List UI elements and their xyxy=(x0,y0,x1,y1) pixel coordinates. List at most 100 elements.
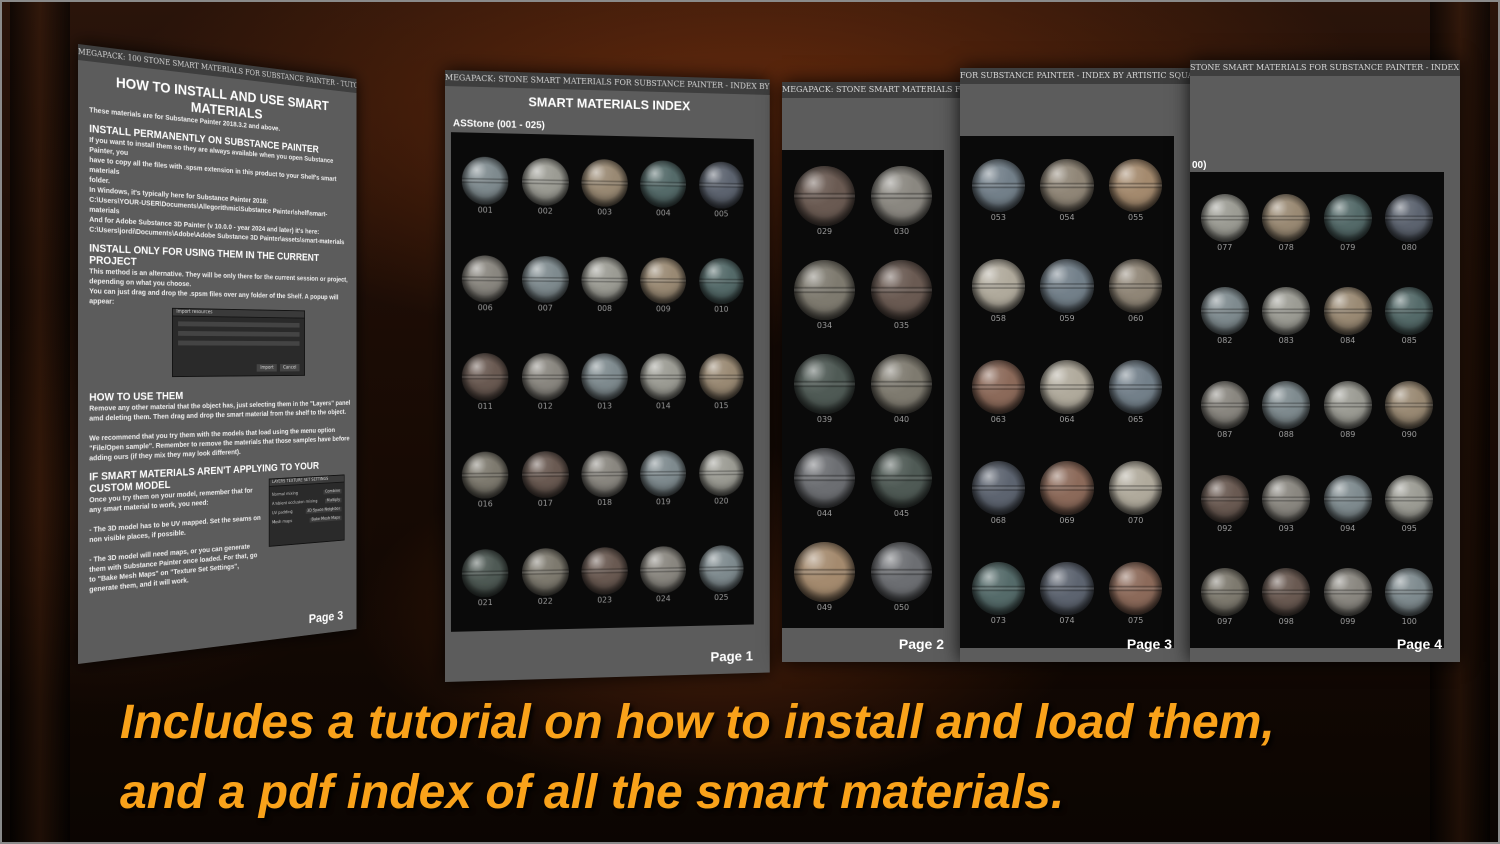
material-number: 059 xyxy=(1059,314,1074,323)
material-number: 085 xyxy=(1402,336,1417,345)
material-number: 022 xyxy=(538,596,553,605)
stone-sphere-preview xyxy=(699,258,744,305)
material-swatch: 084 xyxy=(1317,270,1379,364)
material-swatch: 095 xyxy=(1379,457,1441,551)
material-number: 044 xyxy=(817,509,832,518)
stone-sphere-preview xyxy=(582,547,628,595)
material-number: 015 xyxy=(714,401,728,410)
material-number: 098 xyxy=(1279,617,1294,626)
material-number: 004 xyxy=(656,209,671,218)
index-page-3: FOR SUBSTANCE PAINTER - INDEX BY ARTISTI… xyxy=(960,68,1190,662)
material-swatch: 016 xyxy=(455,431,515,530)
material-number: 055 xyxy=(1128,213,1143,222)
material-number: 029 xyxy=(817,227,832,236)
material-number: 088 xyxy=(1279,430,1294,439)
materials-grid-partial: 029 030 034 035 039 040 044 045 049 050 xyxy=(782,150,944,628)
popup-cancel-button[interactable]: Cancel xyxy=(280,364,300,371)
index-page-number: Page 4 xyxy=(1397,636,1442,652)
popup-title: Import resources xyxy=(173,309,304,319)
material-number: 018 xyxy=(597,498,612,507)
settings-row: Ambient occlusion mixing Multiply xyxy=(272,498,342,507)
material-swatch: 045 xyxy=(863,436,940,530)
stone-sphere-preview xyxy=(699,449,744,496)
material-number: 050 xyxy=(894,603,909,612)
material-swatch: 012 xyxy=(515,333,575,431)
material-swatch: 006 xyxy=(455,235,515,334)
stone-sphere-preview xyxy=(1324,475,1372,523)
material-swatch: 015 xyxy=(692,334,750,430)
material-number: 073 xyxy=(991,616,1006,625)
material-number: 089 xyxy=(1340,430,1355,439)
material-swatch: 049 xyxy=(786,530,863,624)
material-swatch: 093 xyxy=(1256,457,1318,551)
popup-import-button[interactable]: Import xyxy=(257,364,277,372)
material-number: 040 xyxy=(894,415,909,424)
material-swatch: 055 xyxy=(1101,140,1170,241)
stone-sphere-preview xyxy=(1262,194,1310,242)
index-header: STONE SMART MATERIALS FOR SUBSTANCE PAIN… xyxy=(1190,60,1460,76)
index-header: MEGAPACK: STONE SMART MATERIALS FOR SUBS… xyxy=(782,82,962,98)
stone-sphere-preview xyxy=(1385,568,1433,616)
material-swatch: 039 xyxy=(786,342,863,436)
material-swatch: 040 xyxy=(863,342,940,436)
material-number: 063 xyxy=(991,415,1006,424)
material-number: 006 xyxy=(478,304,493,313)
stone-sphere-preview xyxy=(1201,568,1249,616)
material-swatch: 005 xyxy=(692,142,750,239)
material-swatch: 044 xyxy=(786,436,863,530)
material-number: 016 xyxy=(478,500,493,509)
stone-sphere-preview xyxy=(1109,461,1163,515)
material-swatch: 021 xyxy=(455,529,515,628)
material-number: 099 xyxy=(1340,617,1355,626)
material-swatch: 100 xyxy=(1379,550,1441,644)
stone-sphere-preview xyxy=(1385,194,1433,242)
material-swatch: 075 xyxy=(1101,543,1170,644)
material-number: 060 xyxy=(1128,314,1143,323)
stone-sphere-preview xyxy=(1262,475,1310,523)
stone-sphere-preview xyxy=(582,256,628,303)
stone-sphere-preview xyxy=(1262,287,1310,335)
index-header: FOR SUBSTANCE PAINTER - INDEX BY ARTISTI… xyxy=(960,68,1190,84)
material-swatch: 083 xyxy=(1256,270,1318,364)
material-swatch: 008 xyxy=(575,236,634,333)
material-swatch: 089 xyxy=(1317,363,1379,457)
settings-row: UV padding 3D Space Neighbor xyxy=(272,507,342,516)
material-swatch: 009 xyxy=(634,237,692,334)
stone-sphere-preview xyxy=(1109,159,1163,213)
material-number: 083 xyxy=(1279,336,1294,345)
material-number: 012 xyxy=(538,402,553,411)
stone-sphere-preview xyxy=(972,562,1026,616)
stone-sphere-preview xyxy=(1040,360,1094,414)
material-number: 069 xyxy=(1059,516,1074,525)
material-swatch: 088 xyxy=(1256,363,1318,457)
material-number: 070 xyxy=(1128,516,1143,525)
material-number: 021 xyxy=(478,598,493,607)
stone-sphere-preview xyxy=(794,166,854,226)
material-number: 058 xyxy=(991,314,1006,323)
stone-sphere-preview xyxy=(462,255,509,303)
stone-sphere-preview xyxy=(641,160,687,208)
material-swatch: 003 xyxy=(575,139,634,237)
material-number: 023 xyxy=(597,595,612,604)
stone-sphere-preview xyxy=(462,157,509,205)
material-swatch: 099 xyxy=(1317,550,1379,644)
material-number: 078 xyxy=(1279,243,1294,252)
stone-sphere-preview xyxy=(641,257,687,304)
material-number: 054 xyxy=(1059,213,1074,222)
promo-caption: Includes a tutorial on how to install an… xyxy=(120,688,1450,828)
material-number: 019 xyxy=(656,498,671,507)
material-swatch: 004 xyxy=(634,140,692,237)
stone-sphere-preview xyxy=(582,353,628,400)
stone-sphere-preview xyxy=(522,548,569,596)
material-number: 080 xyxy=(1402,243,1417,252)
stone-sphere-preview xyxy=(871,260,931,320)
material-swatch: 064 xyxy=(1033,342,1102,443)
material-swatch: 001 xyxy=(455,136,515,235)
material-swatch: 007 xyxy=(515,235,575,333)
stone-sphere-preview xyxy=(641,450,687,497)
material-swatch: 060 xyxy=(1101,241,1170,342)
stone-sphere-preview xyxy=(462,451,509,499)
stone-sphere-preview xyxy=(582,159,628,207)
settings-row: Mesh maps Bake Mesh Maps xyxy=(272,516,342,526)
stone-sphere-preview xyxy=(1262,568,1310,616)
